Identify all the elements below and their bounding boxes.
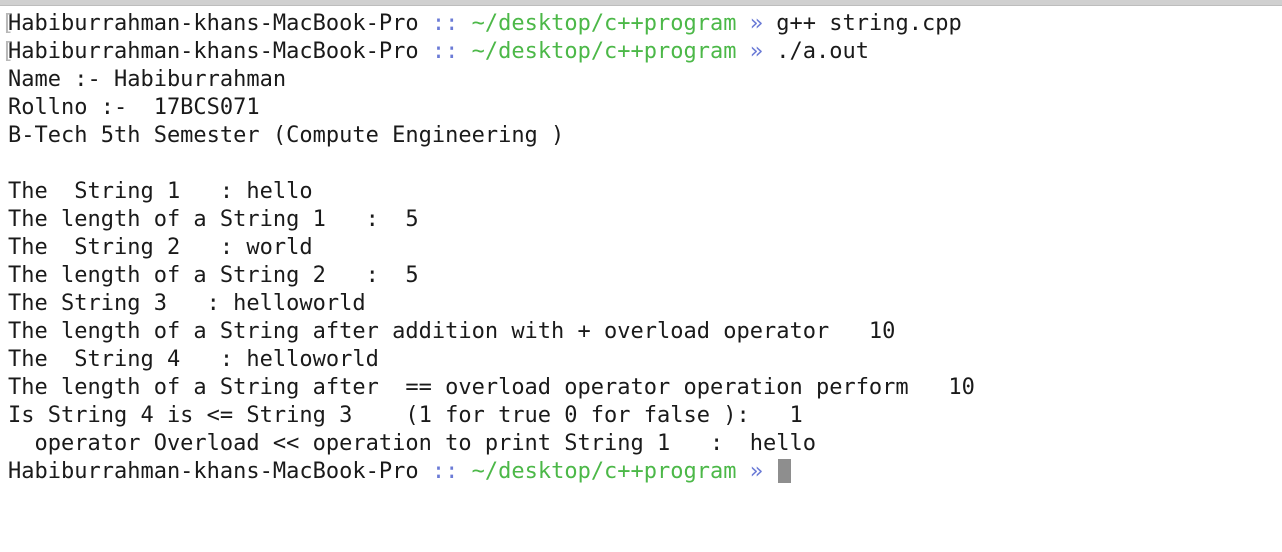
output-line: Rollno :- 17BCS071 [8, 94, 1278, 122]
prompt-command: g++ string.cpp [776, 11, 962, 36]
prompt-host: Habiburrahman-khans-MacBook-Pro [8, 459, 419, 484]
output-text: The String 4 : helloworld [8, 347, 379, 372]
output-text: The String 2 : world [8, 235, 313, 260]
window-top-edge [0, 0, 1282, 6]
output-line: The String 2 : world [8, 234, 1278, 262]
prompt-line: Habiburrahman-khans-MacBook-Pro :: ~/des… [8, 458, 1278, 486]
output-text: The String 1 : hello [8, 179, 313, 204]
output-text: Is String 4 is <= String 3 (1 for true 0… [8, 403, 803, 428]
prompt-bracket: [ [1, 11, 15, 36]
output-line: The String 3 : helloworld [8, 290, 1278, 318]
output-text: The length of a String 2 : 5 [8, 263, 419, 288]
prompt-path: ~/desktop/c++program [471, 11, 737, 36]
prompt-bracket: [ [1, 39, 15, 64]
output-line: The String 4 : helloworld [8, 346, 1278, 374]
output-line: Name :- Habiburrahman [8, 66, 1278, 94]
output-line [8, 150, 1278, 178]
output-text: Rollno :- 17BCS071 [8, 95, 260, 120]
prompt-arrow: » [749, 459, 764, 484]
output-line: B-Tech 5th Semester (Compute Engineering… [8, 122, 1278, 150]
output-text: The length of a String after addition wi… [8, 319, 896, 344]
prompt-separator: :: [431, 11, 459, 36]
prompt-command: ./a.out [776, 39, 869, 64]
prompt-separator: :: [431, 459, 459, 484]
prompt-line: [Habiburrahman-khans-MacBook-Pro :: ~/de… [1, 10, 1278, 38]
output-line: The length of a String 1 : 5 [8, 206, 1278, 234]
text-cursor [778, 459, 792, 483]
output-line: operator Overload << operation to print … [8, 430, 1278, 458]
output-text: The length of a String after == overload… [8, 375, 975, 400]
output-line: The String 1 : hello [8, 178, 1278, 206]
output-text: The length of a String 1 : 5 [8, 207, 419, 232]
output-line: The length of a String after addition wi… [8, 318, 1278, 346]
prompt-separator: :: [431, 39, 459, 64]
output-line: The length of a String after == overload… [8, 374, 1278, 402]
output-line: Is String 4 is <= String 3 (1 for true 0… [8, 402, 1278, 430]
output-text: B-Tech 5th Semester (Compute Engineering… [8, 123, 565, 148]
prompt-path: ~/desktop/c++program [471, 39, 737, 64]
prompt-host: Habiburrahman-khans-MacBook-Pro [8, 11, 419, 36]
prompt-host: Habiburrahman-khans-MacBook-Pro [8, 39, 419, 64]
output-text: The String 3 : helloworld [8, 291, 366, 316]
output-text: Name :- Habiburrahman [8, 67, 287, 92]
prompt-path: ~/desktop/c++program [471, 459, 737, 484]
prompt-arrow: » [749, 39, 764, 64]
prompt-line: [Habiburrahman-khans-MacBook-Pro :: ~/de… [1, 38, 1278, 66]
output-text: operator Overload << operation to print … [8, 431, 816, 456]
prompt-arrow: » [749, 11, 764, 36]
terminal-output[interactable]: [Habiburrahman-khans-MacBook-Pro :: ~/de… [1, 10, 1278, 486]
output-line: The length of a String 2 : 5 [8, 262, 1278, 290]
